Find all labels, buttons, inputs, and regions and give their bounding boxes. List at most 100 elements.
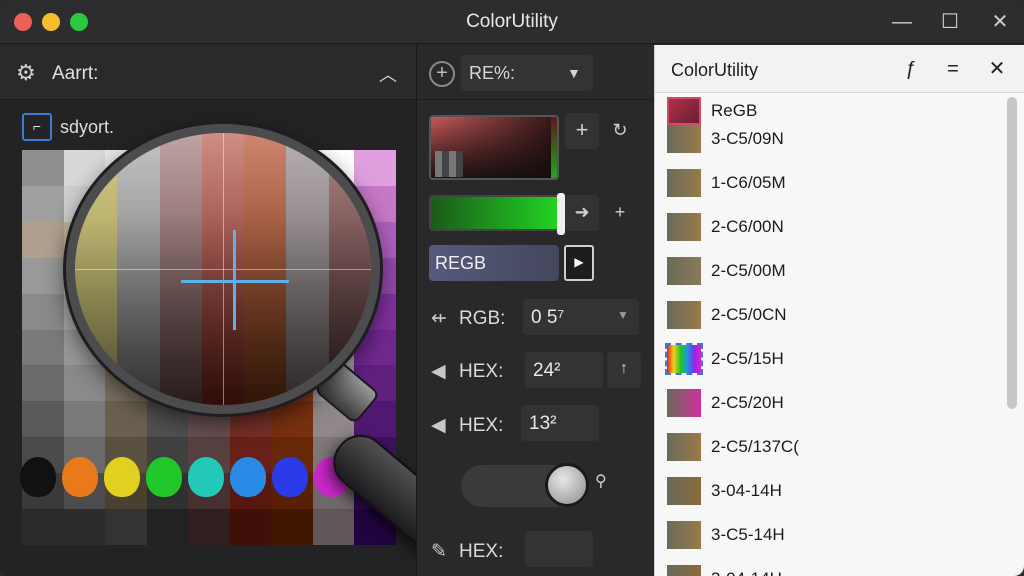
select-box-icon[interactable]: ⌐ [22, 113, 52, 141]
minimize-icon[interactable]: — [890, 10, 914, 34]
close-icon[interactable]: ✕ [988, 10, 1012, 34]
color-swatch[interactable] [188, 457, 224, 497]
list-item[interactable]: 2-C5/20H [667, 389, 997, 419]
menu-icon[interactable]: = [941, 57, 965, 81]
color-swatch[interactable] [62, 457, 98, 497]
chevron-up-icon[interactable]: ︿ [376, 61, 400, 85]
hex-row-1: ◀︎ HEX: [431, 360, 503, 383]
chevron-down-icon: ▼ [567, 65, 581, 81]
scrollbar[interactable] [1007, 97, 1017, 409]
list-item-swatch [667, 257, 701, 285]
lens-vertical-guide [223, 133, 224, 405]
list-item-swatch [667, 169, 701, 197]
list-item[interactable]: ReGB [667, 97, 997, 127]
color-picker-gradient[interactable] [429, 115, 559, 180]
list-item-label: 2-C5/00M [711, 261, 786, 280]
list-item[interactable]: 3-04-14H [667, 477, 997, 507]
palette-swatch[interactable] [22, 509, 64, 545]
list-item[interactable]: 2-C5/137C( [667, 433, 997, 463]
palette-swatch[interactable] [63, 401, 106, 438]
arrow-up-icon[interactable]: ↑ [607, 352, 641, 388]
list-item-label: 2-C5/15H [711, 349, 784, 368]
list-item[interactable]: 3-C5/09N [667, 125, 997, 155]
speaker-icon[interactable]: ◀︎ [431, 360, 459, 383]
add-circle-icon[interactable]: + [429, 61, 455, 87]
play-icon[interactable]: ▶ [564, 245, 594, 281]
list-item[interactable]: 3-04-14H [667, 565, 997, 576]
arrow-left-icon[interactable]: ◀ [431, 414, 459, 437]
maximize-icon[interactable]: ☐ [938, 10, 962, 34]
palette-swatch[interactable] [188, 509, 230, 545]
list-item-swatch [667, 565, 701, 576]
list-item-label: 3-C5-14H [711, 525, 785, 544]
arrow-right-icon[interactable]: ➜ [565, 195, 599, 231]
palette-swatch[interactable] [229, 509, 272, 545]
color-swatch[interactable] [230, 457, 266, 497]
hex-value-field-1[interactable]: 24² [525, 352, 603, 388]
size-slider-knob[interactable] [545, 463, 589, 507]
color-swatch[interactable] [272, 457, 308, 497]
list-item-label: 3-04-14H [711, 569, 782, 576]
list-item[interactable]: 2-C5/00M [667, 257, 997, 287]
list-item-swatch [667, 97, 701, 125]
list-item-label: 1-C6/05M [711, 173, 786, 192]
list-item[interactable]: 2-C6/00N [667, 213, 997, 243]
mode-select[interactable]: RE%: ▼ [461, 55, 593, 91]
color-swatch[interactable] [104, 457, 140, 497]
rgb-row: ⇷ RGB: [431, 307, 505, 330]
gear-icon[interactable]: ⚙ [16, 61, 40, 85]
magnifier-lens[interactable] [66, 124, 380, 414]
rgb-value-select[interactable]: 0 5⁷ ▼ [523, 299, 639, 335]
palette-swatch[interactable] [271, 401, 313, 438]
palette-swatch[interactable] [146, 509, 189, 545]
palette-swatch[interactable] [22, 221, 64, 258]
hex-label-3: HEX: [459, 541, 504, 562]
palette-swatch[interactable] [22, 185, 64, 222]
list-item-label: ReGB [711, 101, 758, 120]
transparency-checker [435, 151, 463, 177]
list-item[interactable]: 1-C6/05M [667, 169, 997, 199]
library-header: ColorUtility ƒ = ✕ [655, 45, 1024, 93]
hex-label-1: HEX: [459, 361, 504, 382]
palette-swatch[interactable] [22, 329, 64, 366]
palette-swatch[interactable] [22, 293, 64, 330]
list-item-swatch [667, 521, 701, 549]
list-item-swatch [667, 477, 701, 505]
color-swatch[interactable] [146, 457, 182, 497]
list-item-swatch [665, 343, 703, 375]
palette-swatch[interactable] [22, 365, 64, 402]
add-button[interactable]: + [565, 113, 599, 149]
mode-select-label: RE%: [469, 63, 516, 83]
mode-bar[interactable]: REGB [429, 245, 559, 281]
green-slider[interactable] [429, 193, 565, 235]
crosshair-vertical [233, 230, 236, 330]
small-plus-icon[interactable]: + [603, 195, 637, 231]
palette-swatch[interactable] [105, 509, 147, 545]
palette-swatch[interactable] [105, 401, 147, 438]
hex-value-field-2[interactable]: 13² [521, 405, 599, 441]
palette-swatch[interactable] [63, 509, 106, 545]
mode-bar-label: REGB [435, 253, 487, 273]
palette-swatch[interactable] [22, 257, 64, 294]
location-pin-icon[interactable]: ⚲ [595, 471, 607, 491]
hue-strip[interactable] [551, 117, 557, 178]
title-bar: ColorUtility — ☐ ✕ [0, 0, 1024, 44]
window-title: ColorUtility [466, 11, 558, 32]
hex-value-field-3[interactable] [525, 531, 593, 567]
list-item-label: 3-04-14H [711, 481, 782, 500]
refresh-icon[interactable]: ↻ [603, 113, 637, 149]
back-arrow-icon[interactable]: ⇷ [431, 307, 459, 330]
list-item[interactable]: 2-C5/15H [665, 343, 997, 375]
green-slider-handle[interactable] [557, 193, 565, 235]
list-item-swatch [667, 433, 701, 461]
palette-swatch[interactable] [22, 150, 64, 186]
palette-swatch[interactable] [22, 401, 64, 438]
list-item[interactable]: 2-C5/0CN [667, 301, 997, 331]
list-item[interactable]: 3-C5-14H [667, 521, 997, 551]
color-swatch[interactable] [20, 457, 56, 497]
palette-swatch[interactable] [312, 509, 355, 545]
pin-icon[interactable]: ƒ [899, 57, 923, 81]
close-icon[interactable]: ✕ [985, 57, 1009, 81]
eyedropper-icon[interactable]: ✎ [431, 540, 459, 563]
palette-swatch[interactable] [271, 509, 313, 545]
